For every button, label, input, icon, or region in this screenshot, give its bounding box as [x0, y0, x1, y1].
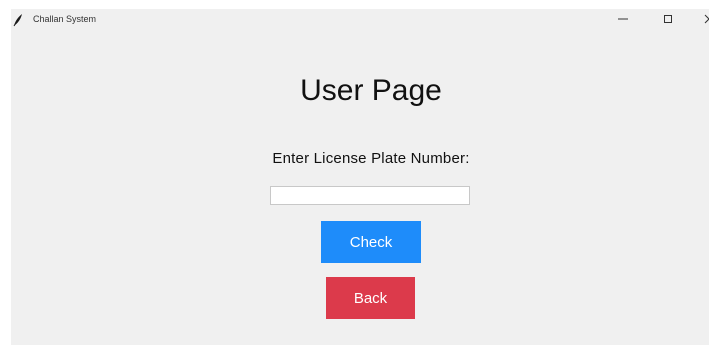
page-title: User Page [300, 74, 442, 107]
close-button[interactable] [694, 9, 709, 31]
back-button[interactable]: Back [326, 277, 415, 319]
maximize-icon [663, 11, 673, 29]
license-plate-input[interactable] [270, 186, 470, 205]
app-window: Challan System User Page Enter License P… [11, 9, 709, 345]
minimize-button[interactable] [608, 9, 638, 31]
close-icon [704, 11, 709, 29]
license-plate-label: Enter License Plate Number: [272, 150, 470, 167]
check-button[interactable]: Check [321, 221, 421, 263]
feather-icon [11, 13, 25, 27]
title-bar[interactable]: Challan System [11, 9, 709, 31]
window-title: Challan System [33, 14, 97, 24]
maximize-button[interactable] [653, 9, 683, 31]
minimize-icon [618, 11, 628, 29]
